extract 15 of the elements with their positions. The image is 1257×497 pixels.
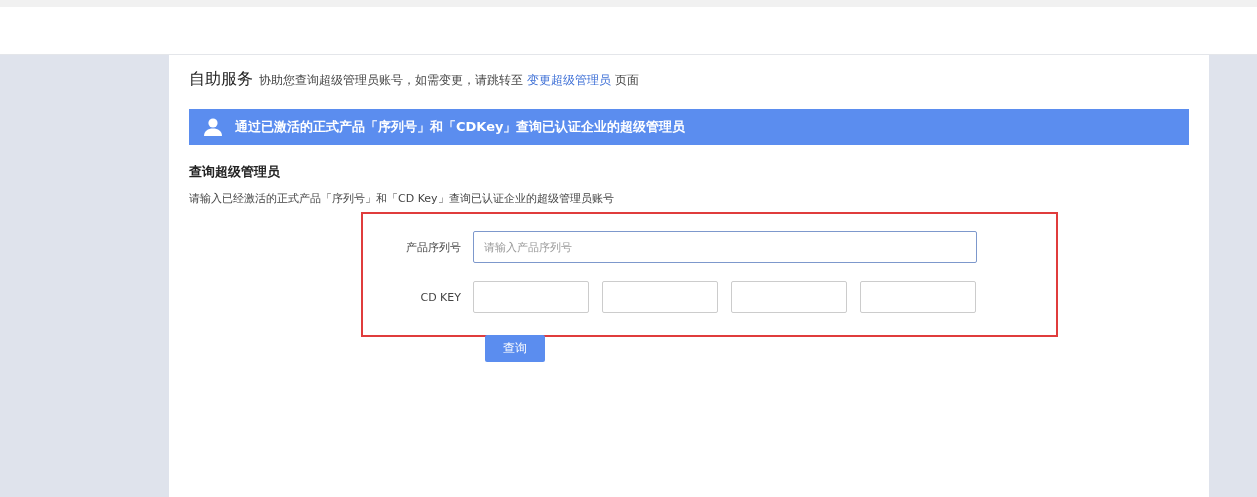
field-label: CD KEY (419, 290, 462, 304)
serial-input-field[interactable]: 请输入产品序列号 (473, 231, 977, 263)
page-title: 自助服务 (189, 69, 253, 90)
change-admin-link[interactable]: 变更超级管理员 (526, 73, 611, 87)
user-icon (203, 117, 223, 137)
field-label: 产品序列号 (405, 239, 462, 255)
cd-key-input-field[interactable] (602, 281, 718, 313)
cd-key-input-field[interactable] (473, 281, 589, 313)
query-button[interactable]: 查询 (485, 335, 545, 362)
cd-key-input-field[interactable] (731, 281, 847, 313)
banner-text: 通过已激活的正式产品「序列号」和「CDKey」查询已认证企业的超级管理员 (235, 118, 686, 136)
section-title: 查询超级管理员 (189, 163, 281, 181)
page-description: 协助您查询超级管理员账号，如需变更，请跳转至 变更超级管理员 页面 (259, 72, 639, 89)
section-description: 请输入已经激活的正式产品「序列号」和「CD Key」查询已认证企业的超级管理员账号 (189, 191, 615, 206)
cd-key-input-field[interactable] (860, 281, 976, 313)
